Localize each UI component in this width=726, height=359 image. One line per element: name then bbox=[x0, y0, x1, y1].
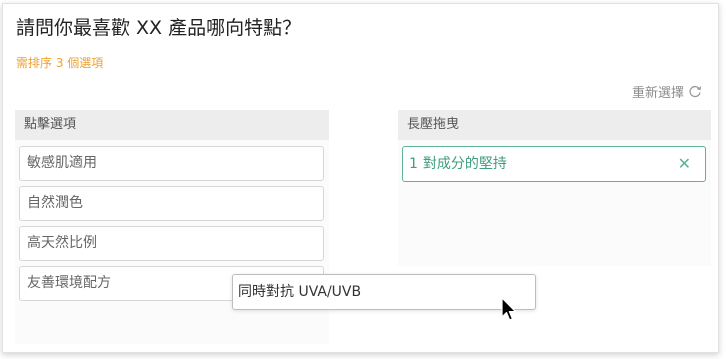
option-item[interactable]: 高天然比例 bbox=[19, 226, 324, 261]
rank-number: 1 bbox=[409, 156, 418, 172]
sort-hint: 需排序 3 個選項 bbox=[16, 56, 104, 70]
close-icon[interactable]: ✕ bbox=[678, 147, 691, 181]
dragging-option[interactable]: 同時對抗 UVA/UVB bbox=[232, 274, 536, 310]
mouse-pointer-icon bbox=[501, 297, 517, 321]
option-item[interactable]: 敏感肌適用 bbox=[19, 146, 324, 181]
refresh-icon bbox=[689, 85, 702, 97]
drag-sort-panel: 長壓拖曳 1 對成分的堅持 ✕ bbox=[398, 110, 711, 266]
option-item[interactable]: 自然潤色 bbox=[19, 186, 324, 221]
reset-label: 重新選擇 bbox=[631, 86, 684, 101]
ranked-item[interactable]: 1 對成分的堅持 ✕ bbox=[402, 146, 706, 182]
ranked-list: 1 對成分的堅持 ✕ bbox=[398, 140, 711, 182]
drag-sort-header: 長壓拖曳 bbox=[398, 110, 711, 140]
reset-button[interactable]: 重新選擇 bbox=[632, 82, 702, 101]
ranked-item-label: 對成分的堅持 bbox=[422, 156, 507, 172]
question-title: 請問你最喜歡 XX 產品哪向特點？ bbox=[16, 17, 302, 39]
click-options-header: 點擊選項 bbox=[15, 110, 329, 140]
